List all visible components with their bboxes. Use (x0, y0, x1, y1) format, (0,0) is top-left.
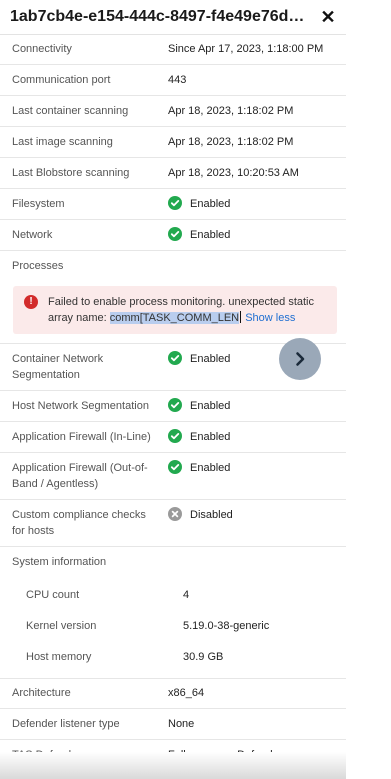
row-value: Since Apr 17, 2023, 1:18:00 PM (168, 43, 324, 55)
check-circle-icon (168, 429, 182, 443)
alert-message: Failed to enable process monitoring. une… (48, 294, 333, 326)
row-last-container-scanning: Last container scanning Apr 18, 2023, 1:… (0, 95, 346, 127)
status-text: Disabled (190, 509, 233, 521)
row-label: Application Firewall (In-Line) (12, 431, 151, 443)
background-area (346, 0, 391, 779)
status-enabled: Enabled (168, 398, 230, 414)
row-last-image-scanning: Last image scanning Apr 18, 2023, 1:18:0… (0, 126, 346, 158)
check-circle-icon (168, 196, 182, 210)
row-custom-compliance-checks: Custom compliance checks for hosts Disab… (0, 499, 346, 547)
panel-header: 1ab7cb4e-e154-444c-8497-f4e49e76de29-i..… (0, 0, 346, 35)
row-connectivity: Connectivity Since Apr 17, 2023, 1:18:00… (0, 34, 346, 65)
status-text: Enabled (190, 353, 231, 365)
status-enabled: Enabled (168, 196, 230, 212)
status-text: Enabled (190, 431, 231, 443)
section-label: System information (12, 556, 107, 568)
row-label: Custom compliance checks for hosts (12, 509, 146, 537)
row-value: 30.9 GB (183, 651, 224, 663)
status-text: Enabled (190, 198, 231, 210)
process-monitoring-error-alert: ! Failed to enable process monitoring. u… (13, 286, 337, 334)
row-label: CPU count (26, 589, 80, 601)
row-host-memory: Host memory 30.9 GB (0, 641, 346, 679)
row-last-blobstore-scanning: Last Blobstore scanning Apr 18, 2023, 10… (0, 157, 346, 189)
panel-title: 1ab7cb4e-e154-444c-8497-f4e49e76de29-i..… (10, 8, 308, 25)
row-label: Last Blobstore scanning (12, 167, 130, 179)
row-value: 443 (168, 74, 187, 86)
bottom-scroll-shadow (0, 752, 346, 779)
next-button[interactable] (279, 338, 321, 380)
row-filesystem: Filesystem Enabled (0, 188, 346, 220)
status-disabled: Disabled (168, 507, 233, 523)
row-label: Last container scanning (12, 105, 129, 117)
row-system-information: System information (0, 546, 346, 577)
check-circle-icon (168, 351, 182, 365)
row-app-firewall-out-of-band: Application Firewall (Out-of-Band / Agen… (0, 452, 346, 500)
check-circle-icon (168, 227, 182, 241)
status-text: Enabled (190, 400, 231, 412)
row-architecture: Architecture x86_64 (0, 678, 346, 709)
status-text: Enabled (190, 462, 231, 474)
check-circle-icon (168, 460, 182, 474)
host-details-panel: 1ab7cb4e-e154-444c-8497-f4e49e76de29-i..… (0, 0, 346, 779)
error-icon: ! (24, 295, 38, 309)
row-label: Host memory (26, 651, 92, 663)
row-value: 5.19.0-38-generic (183, 620, 270, 632)
row-app-firewall-inline: Application Firewall (In-Line) Enabled (0, 421, 346, 453)
selected-text[interactable]: comm[TASK_COMM_LEN (109, 312, 240, 324)
row-value: x86_64 (168, 687, 205, 699)
row-label: Processes (12, 260, 64, 272)
row-value: Apr 18, 2023, 1:18:02 PM (168, 136, 294, 148)
status-enabled: Enabled (168, 351, 230, 367)
status-enabled: Enabled (168, 227, 230, 243)
row-label: Filesystem (12, 198, 65, 210)
status-text: Enabled (190, 229, 231, 241)
row-label: Host Network Segmentation (12, 400, 149, 412)
row-label: Kernel version (26, 620, 97, 632)
row-kernel-version: Kernel version 5.19.0-38-generic (0, 610, 346, 641)
text-cursor-icon (240, 311, 242, 323)
row-label: Application Firewall (Out-of-Band / Agen… (12, 462, 148, 490)
row-label: Last image scanning (12, 136, 113, 148)
x-circle-icon (168, 507, 182, 521)
status-enabled: Enabled (168, 429, 230, 445)
row-label: Communication port (12, 74, 111, 86)
close-icon[interactable]: ✕ (318, 6, 338, 28)
row-label: Architecture (12, 687, 71, 699)
row-network: Network Enabled (0, 219, 346, 251)
row-host-network-segmentation: Host Network Segmentation Enabled (0, 390, 346, 422)
check-circle-icon (168, 398, 182, 412)
row-value: 4 (183, 589, 190, 601)
show-less-link[interactable]: Show less (245, 312, 295, 324)
row-label: Container Network Segmentation (12, 353, 104, 381)
row-communication-port: Communication port 443 (0, 64, 346, 96)
row-defender-listener-type: Defender listener type None (0, 708, 346, 740)
chevron-right-icon (296, 352, 305, 366)
row-cpu-count: CPU count 4 (0, 580, 346, 610)
row-label: Network (12, 229, 53, 241)
row-value: None (168, 718, 195, 730)
row-value: Apr 18, 2023, 10:20:53 AM (168, 167, 299, 179)
status-enabled: Enabled (168, 460, 230, 476)
row-value: Apr 18, 2023, 1:18:02 PM (168, 105, 294, 117)
row-label: Defender listener type (12, 718, 120, 730)
row-label: Connectivity (12, 43, 72, 55)
